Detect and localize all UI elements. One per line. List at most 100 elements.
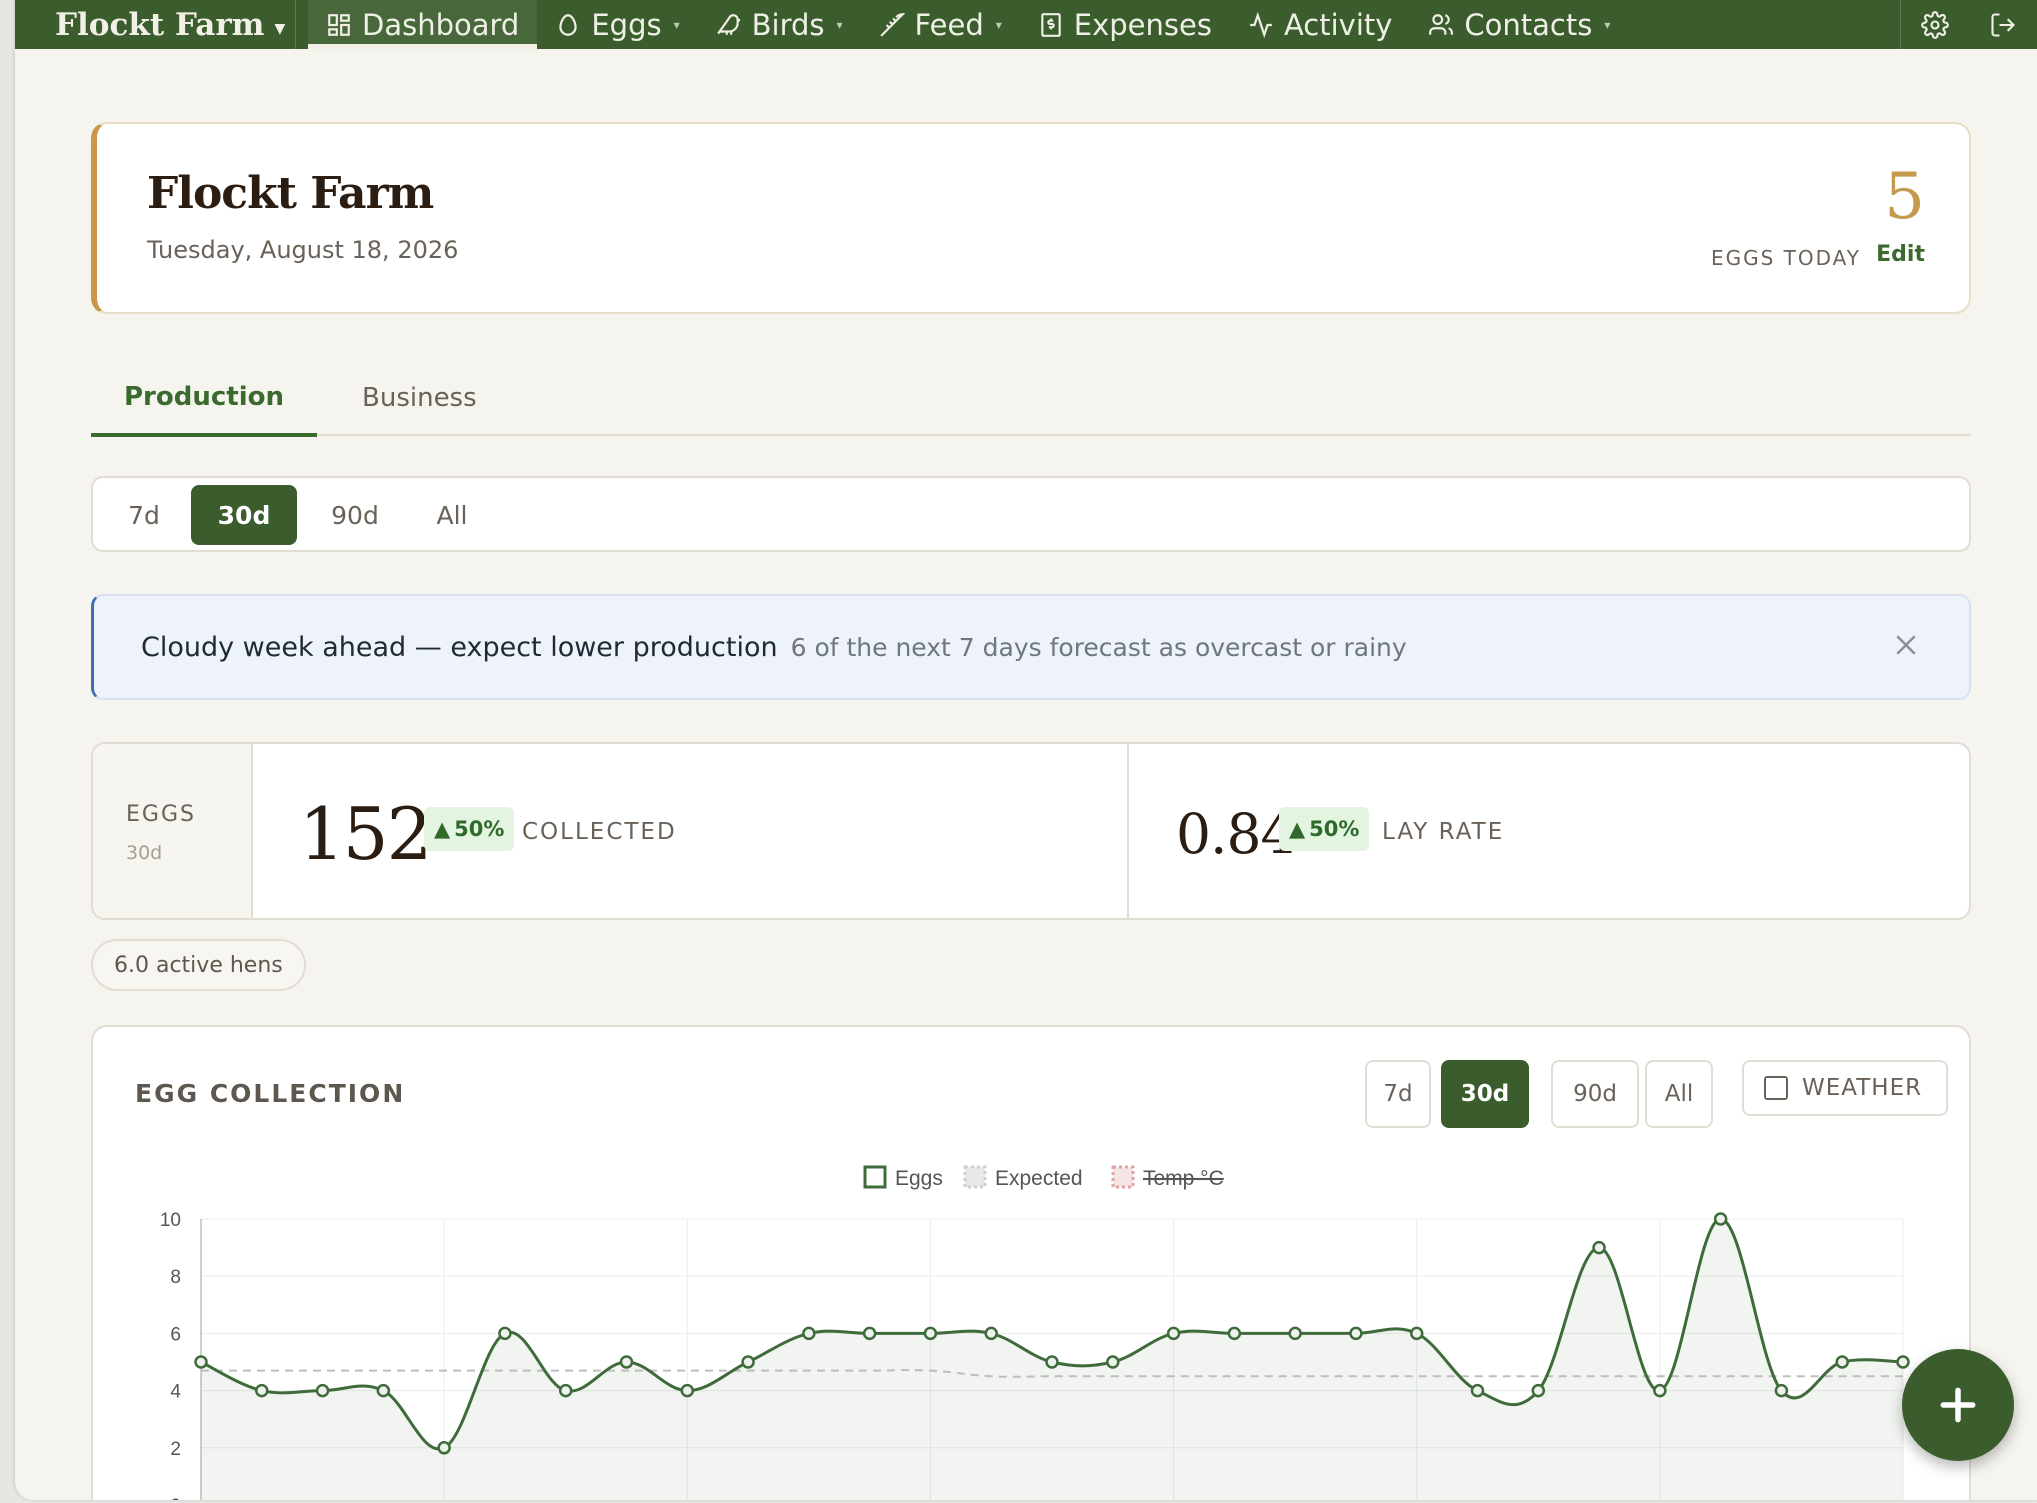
receipt-icon [1041,12,1061,37]
brand-name: Flockt Farm [55,6,265,43]
logout-icon [1991,12,2015,37]
collected-value: 152 [299,792,432,876]
eggs-data-point [376,1383,391,1398]
nav-actions [1900,0,2037,49]
close-icon[interactable] [1891,630,1921,660]
nav-label: Eggs [591,7,662,42]
lay-rate-change-badge: ▲ 50% [1279,807,1370,851]
eggs-data-point [1774,1383,1789,1398]
legend-swatch [863,1165,887,1189]
chevron-down-icon: ▾ [1604,17,1611,32]
bird-icon [716,13,740,35]
range-90d[interactable]: 90d [307,485,403,545]
dashboard-tabs: Production Business [91,360,1971,437]
eggs-data-point [1045,1355,1059,1369]
chevron-down-icon: ▾ [995,17,1002,32]
nav-item-feed[interactable]: Feed ▾ [861,0,1020,49]
eggs-data-point [1653,1383,1667,1398]
y-tick-label: 10 [160,1210,181,1231]
chevron-down-icon: ▾ [836,17,843,32]
legend-label: Temp °C [1143,1167,1224,1190]
eggs-data-point [1592,1240,1606,1255]
eggs-data-point [1227,1326,1242,1341]
eggs-data-point [1531,1383,1546,1398]
lay-rate-change: 50% [1309,817,1360,841]
active-hens-pill: 6.0 active hens [91,939,306,991]
chevron-down-icon: ▼ [274,20,286,37]
add-entry-button[interactable] [1902,1349,2014,1461]
eggs-data-point [1166,1326,1181,1341]
eggs-data-point [1835,1355,1849,1369]
current-date: Tuesday, August 18, 2026 [147,236,459,264]
range-30d[interactable]: 30d [191,485,297,545]
tab-business[interactable]: Business [329,360,510,436]
y-tick-label: 8 [170,1267,181,1288]
eggs-data-point [437,1441,451,1455]
nav-label: Expenses [1073,7,1212,42]
settings-button[interactable] [1901,0,1969,49]
eggs-data-point [255,1383,269,1398]
plus-icon [1940,1387,1976,1423]
wheat-icon [879,12,905,37]
eggs-data-point [680,1383,695,1398]
nav-item-dashboard[interactable]: Dashboard [308,0,538,49]
range-7d[interactable]: 7d [107,485,181,545]
activity-icon [1250,11,1272,38]
top-nav: Flockt Farm ▼ Dashboard Eggs ▾ Birds ▾ F… [15,0,2037,49]
nav-item-eggs[interactable]: Eggs ▾ [537,0,697,49]
eggs-data-point [1896,1355,1910,1369]
lay-rate-label: LAY RATE [1382,819,1505,845]
nav-label: Contacts [1464,7,1593,42]
logout-button[interactable] [1969,0,2037,49]
stats-divider [1127,744,1129,918]
egg-collection-chart: 0 2 4 6 8 10 Eggs Expected Temp °C [160,1165,1910,1500]
alert-title: Cloudy week ahead — expect lower product… [141,631,778,663]
nav-item-birds[interactable]: Birds ▾ [698,0,861,49]
nav-item-expenses[interactable]: Expenses [1020,0,1230,49]
nav-item-contacts[interactable]: Contacts ▾ [1410,0,1628,49]
eggs-data-point [1288,1326,1302,1341]
lay-rate-value: 0.84 [1176,802,1295,866]
settings-icon [1921,10,1949,39]
nav-label: Feed [914,7,984,42]
eggs-data-point [558,1383,573,1398]
range-all[interactable]: All [413,485,491,545]
eggs-data-point [315,1383,330,1398]
legend-swatch [963,1165,987,1189]
nav-label: Activity [1283,7,1393,42]
stats-section-period: 30d [126,842,163,864]
eggs-data-point [1470,1383,1485,1398]
collected-change-badge: ▲ 50% [424,807,515,851]
y-tick-label: 6 [170,1324,181,1345]
y-tick-label: 0 [170,1496,181,1500]
nav-item-activity[interactable]: Activity [1230,0,1410,49]
eggs-data-point [923,1326,938,1341]
chevron-down-icon: ▾ [673,17,680,32]
edit-eggs-link[interactable]: Edit [1876,242,1925,267]
y-tick-label: 4 [170,1382,181,1403]
stats-section-label: EGGS [126,802,196,827]
eggs-data-point [1349,1326,1363,1341]
trend-up-icon: ▲ [434,817,451,841]
tab-production[interactable]: Production [91,360,317,437]
page-title: Flockt Farm [147,168,434,219]
eggs-today-label: EGGS TODAY [1710,246,1861,270]
alert-subtitle: 6 of the next 7 days forecast as overcas… [790,632,1407,662]
app-window: Flockt Farm ▼ Dashboard Eggs ▾ Birds ▾ F… [15,0,2037,1500]
egg-icon [559,13,578,36]
eggs-data-point [1106,1355,1120,1369]
egg-collection-card: EGG COLLECTION 7d 30d 90d All WEATHER 02… [91,1025,1971,1500]
legend-swatch [1111,1165,1135,1189]
nav-label: Birds [751,7,825,42]
eggs-data-point [619,1355,634,1369]
nav-label: Dashboard [362,7,520,42]
farm-header-card: Flockt Farm Tuesday, August 18, 2026 5 E… [91,122,1971,314]
y-tick-label: 2 [170,1439,181,1460]
brand-switcher[interactable]: Flockt Farm ▼ [15,0,295,49]
dashboard-icon [328,13,350,36]
collected-label: COLLECTED [522,819,677,845]
eggs-data-point [1409,1326,1424,1341]
trend-up-icon: ▲ [1289,817,1306,841]
eggs-data-point [741,1355,755,1369]
eggs-data-point [194,1355,208,1369]
